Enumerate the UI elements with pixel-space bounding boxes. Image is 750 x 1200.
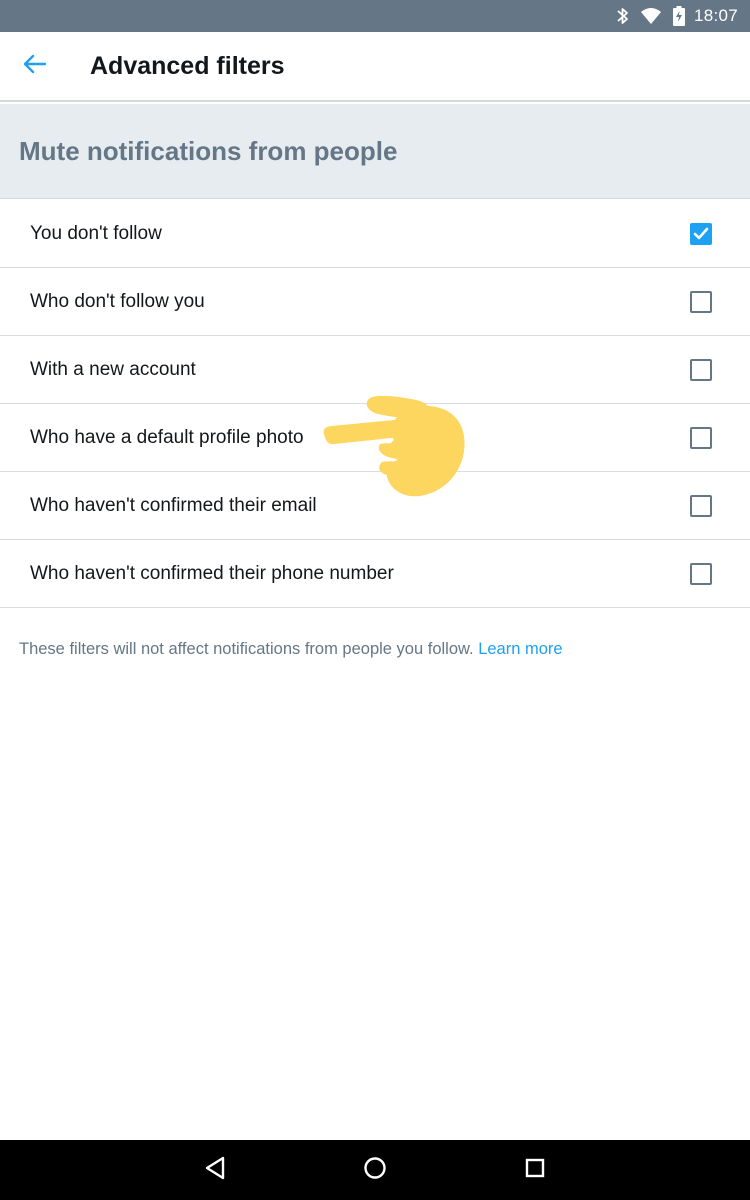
footer-note-text: These filters will not affect notificati… (19, 640, 474, 658)
pointing-hand-icon (318, 392, 470, 500)
home-circle-icon (363, 1156, 387, 1185)
battery-icon (672, 6, 686, 26)
back-button[interactable] (0, 31, 70, 101)
filter-row-not-following[interactable]: You don't follow (0, 200, 750, 268)
status-bar: 18:07 (0, 0, 750, 32)
filter-row-not-followers[interactable]: Who don't follow you (0, 268, 750, 336)
filter-checkbox[interactable] (690, 494, 712, 517)
filter-label: With a new account (30, 358, 196, 380)
app-bar: Advanced filters (0, 32, 750, 102)
filter-checkbox[interactable] (690, 426, 712, 449)
recents-square-icon (524, 1157, 546, 1184)
filter-label: You don't follow (30, 222, 162, 244)
navigation-bar (0, 1140, 750, 1200)
nav-recents-button[interactable] (515, 1150, 555, 1190)
status-icons (616, 6, 686, 26)
filter-label: Who have a default profile photo (30, 426, 304, 448)
learn-more-link[interactable]: Learn more (478, 640, 562, 658)
filter-label: Who haven't confirmed their phone number (30, 562, 394, 584)
back-triangle-icon (204, 1156, 226, 1185)
filter-label: Who don't follow you (30, 290, 205, 312)
screen: 18:07 Advanced filters Mute notification… (0, 0, 750, 1200)
filter-label: Who haven't confirmed their email (30, 494, 317, 516)
nav-home-button[interactable] (355, 1150, 395, 1190)
arrow-left-icon (23, 54, 47, 79)
filter-checkbox[interactable] (690, 562, 712, 585)
status-time: 18:07 (693, 6, 738, 25)
section-header: Mute notifications from people (0, 104, 750, 199)
check-icon (693, 227, 709, 239)
filter-row-unconfirmed-phone[interactable]: Who haven't confirmed their phone number (0, 540, 750, 608)
nav-back-button[interactable] (195, 1150, 235, 1190)
bluetooth-icon (616, 6, 630, 26)
filter-checkbox[interactable] (690, 358, 712, 381)
page-title: Advanced filters (90, 51, 285, 80)
filter-checkbox[interactable] (690, 222, 712, 245)
filter-checkbox[interactable] (690, 290, 712, 313)
footer-note: These filters will not affect notificati… (19, 640, 739, 659)
wifi-icon (640, 7, 662, 25)
section-title: Mute notifications from people (19, 135, 398, 166)
